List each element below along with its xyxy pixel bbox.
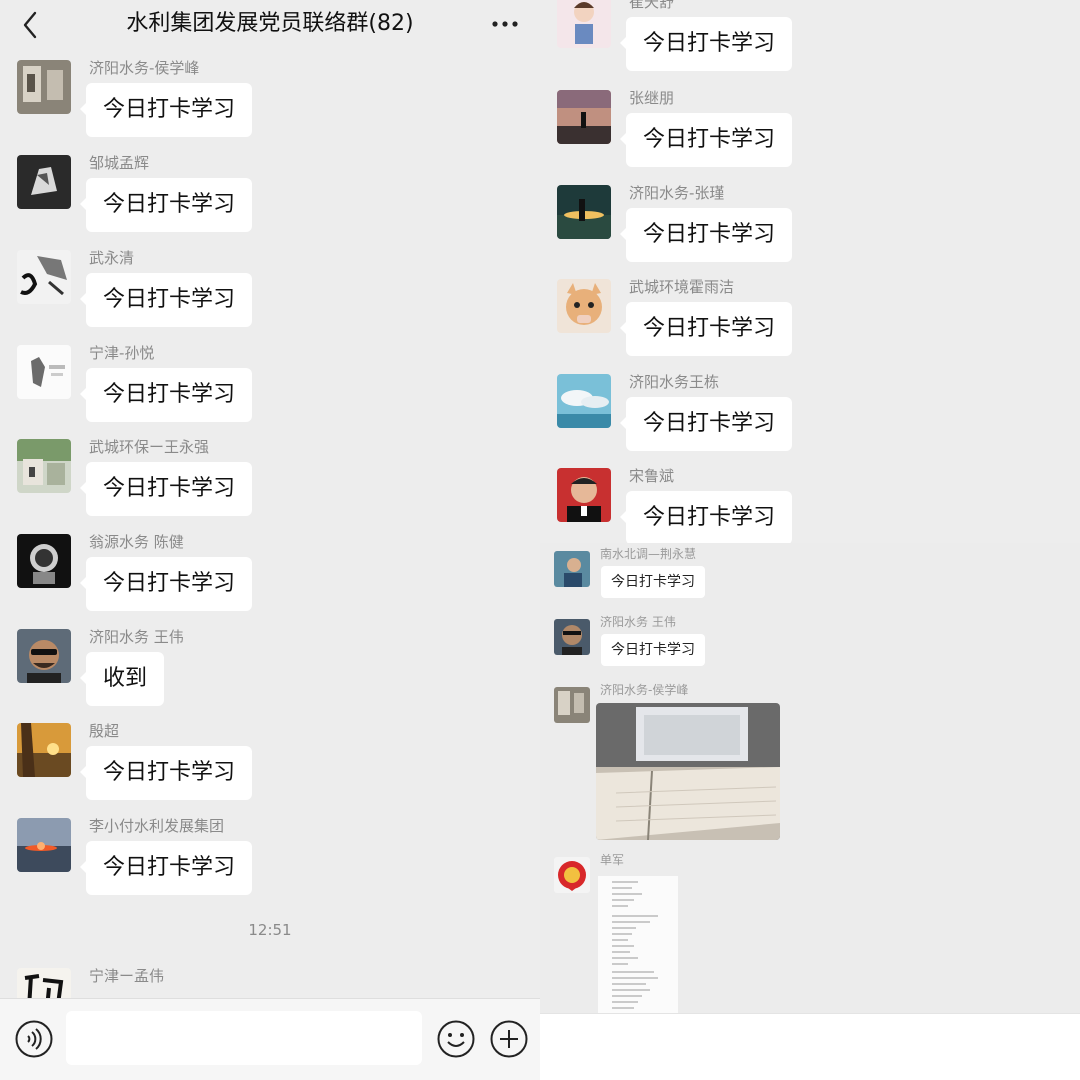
plus-icon (490, 1020, 528, 1058)
chat-panel-left: 水利集团发展党员联络群(82) 济阳水务-侯学峰 今日打卡学习 邹城孟辉 今日打… (0, 0, 540, 1080)
avatar[interactable] (17, 534, 71, 588)
sender-name: 武城环保ー王永强 (89, 438, 210, 456)
sender-name: 张继朋 (629, 89, 675, 107)
message-input[interactable] (66, 1011, 422, 1065)
message-bubble[interactable]: 今日打卡学习 (619, 491, 793, 543)
avatar-image (17, 818, 71, 872)
avatar-image (554, 619, 590, 655)
sender-name: 济阳水务王栋 (629, 373, 720, 391)
avatar[interactable] (557, 279, 611, 333)
sender-name: 济阳水务-张瑾 (629, 184, 725, 202)
avatar-image (17, 534, 71, 588)
more-button[interactable] (490, 8, 520, 40)
sender-name: 李小付水利发展集团 (89, 817, 225, 835)
sender-name: 济阳水务-侯学峰 (89, 59, 200, 77)
document-photo (598, 876, 678, 1014)
avatar-image (554, 857, 590, 893)
message-bubble[interactable]: 今日打卡学习 (79, 368, 253, 422)
image-message[interactable] (598, 876, 678, 1014)
chat-panel-right-top: 崔天舒 今日打卡学习 张继朋 今日打卡学习 济阳水务-张瑾 今日打卡学习 武城环… (540, 0, 1080, 543)
avatar[interactable] (554, 619, 590, 655)
avatar-image (554, 687, 590, 723)
sender-name: 济阳水务 王伟 (600, 615, 676, 629)
voice-button[interactable] (14, 1019, 54, 1059)
avatar[interactable] (17, 345, 71, 399)
avatar-image (557, 0, 611, 48)
message-bubble[interactable]: 今日打卡学习 (79, 746, 253, 800)
sender-name: 宁津-孙悦 (89, 344, 155, 362)
input-bar-partial (540, 1013, 1080, 1080)
sender-name: 殷超 (89, 722, 120, 740)
avatar[interactable] (557, 374, 611, 428)
message-bubble[interactable]: 今日打卡学习 (79, 178, 253, 232)
plus-button[interactable] (489, 1019, 529, 1059)
avatar-image (17, 439, 71, 493)
avatar[interactable] (17, 439, 71, 493)
sender-name: 单军 (600, 853, 625, 867)
sender-name: 崔天舒 (629, 0, 675, 11)
avatar-image (557, 90, 611, 144)
chat-header: 水利集团发展党员联络群(82) (0, 0, 540, 50)
avatar[interactable] (17, 629, 71, 683)
avatar-image (554, 551, 590, 587)
message-bubble[interactable]: 今日打卡学习 (79, 83, 253, 137)
sender-name: 济阳水务 王伟 (89, 628, 184, 646)
message-bubble[interactable]: 今日打卡学习 (619, 397, 793, 451)
avatar-image (17, 250, 71, 304)
avatar[interactable] (17, 818, 71, 872)
avatar-image (17, 345, 71, 399)
sender-name: 济阳水务-侯学峰 (600, 683, 689, 697)
message-bubble[interactable]: 今日打卡学习 (619, 113, 793, 167)
message-bubble[interactable]: 今日打卡学习 (619, 17, 793, 71)
avatar-image (557, 374, 611, 428)
message-bubble[interactable]: 今日打卡学习 (79, 557, 253, 611)
sender-name: 武永清 (89, 249, 135, 267)
avatar[interactable] (557, 90, 611, 144)
emoji-icon (437, 1020, 475, 1058)
avatar[interactable] (17, 723, 71, 777)
avatar[interactable] (554, 857, 590, 893)
input-bar (0, 998, 540, 1080)
avatar-image (557, 468, 611, 522)
sender-name: 宁津ー孟伟 (89, 967, 165, 985)
avatar[interactable] (17, 250, 71, 304)
message-bubble[interactable]: 今日打卡学习 (601, 566, 705, 598)
sender-name: 邹城孟辉 (89, 154, 150, 172)
message-bubble[interactable]: 今日打卡学习 (619, 302, 793, 356)
avatar-image (557, 185, 611, 239)
chat-panel-right-bottom: 南水北调—荆永慧 今日打卡学习 济阳水务 王伟 今日打卡学习 济阳水务-侯学峰 … (540, 543, 1080, 1080)
voice-icon (15, 1020, 53, 1058)
notebook-photo (596, 703, 780, 840)
avatar[interactable] (17, 155, 71, 209)
message-bubble[interactable]: 今日打卡学习 (79, 273, 253, 327)
avatar[interactable] (557, 468, 611, 522)
message-bubble[interactable]: 收到 (79, 652, 165, 706)
timestamp: 12:51 (248, 921, 292, 939)
message-bubble[interactable]: 今日打卡学习 (79, 462, 253, 516)
avatar-image (17, 723, 71, 777)
avatar-image (17, 629, 71, 683)
chat-title: 水利集团发展党员联络群(82) (126, 11, 414, 36)
avatar[interactable] (557, 0, 611, 48)
avatar-image (17, 155, 71, 209)
back-button[interactable] (18, 8, 44, 42)
avatar[interactable] (557, 185, 611, 239)
emoji-button[interactable] (436, 1019, 476, 1059)
screenshot-collage: 水利集团发展党员联络群(82) 济阳水务-侯学峰 今日打卡学习 邹城孟辉 今日打… (0, 0, 1080, 1080)
image-message[interactable] (596, 703, 780, 840)
sender-name: 南水北调—荆永慧 (600, 547, 697, 561)
sender-name: 宋鲁斌 (629, 467, 675, 485)
avatar-image (557, 279, 611, 333)
avatar-image (17, 60, 71, 114)
message-bubble[interactable]: 今日打卡学习 (79, 841, 253, 895)
avatar[interactable] (554, 551, 590, 587)
sender-name: 翁源水务 陈健 (89, 533, 184, 551)
chevron-left-icon (23, 11, 37, 39)
more-dots-icon (492, 21, 518, 27)
avatar[interactable] (554, 687, 590, 723)
message-bubble[interactable]: 今日打卡学习 (619, 208, 793, 262)
avatar[interactable] (17, 60, 71, 114)
sender-name: 武城环境霍雨洁 (629, 278, 735, 296)
message-bubble[interactable]: 今日打卡学习 (601, 634, 705, 666)
